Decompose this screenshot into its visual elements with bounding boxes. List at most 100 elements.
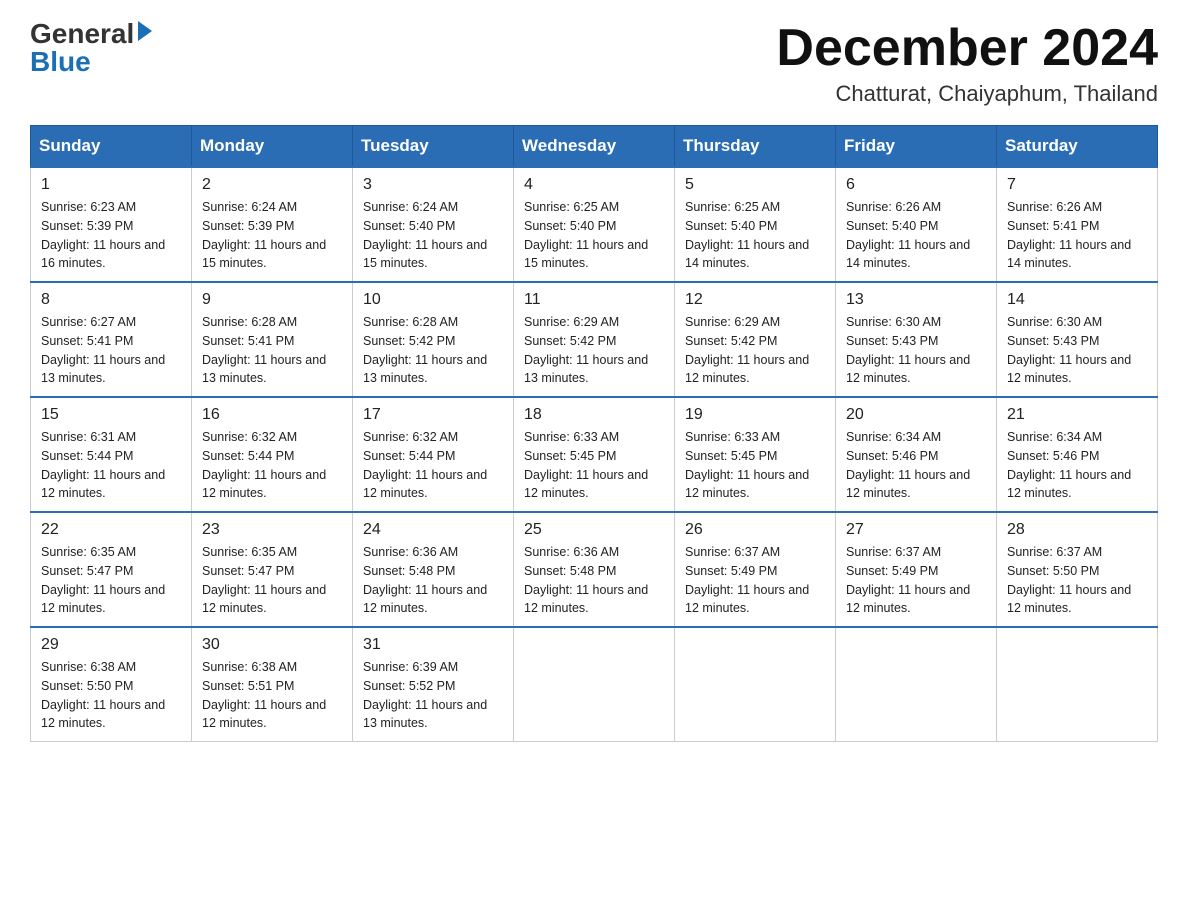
day-info: Sunrise: 6:28 AMSunset: 5:42 PMDaylight:… xyxy=(363,313,503,388)
calendar-cell xyxy=(675,627,836,742)
calendar-cell: 13 Sunrise: 6:30 AMSunset: 5:43 PMDayligh… xyxy=(836,282,997,397)
day-info: Sunrise: 6:23 AMSunset: 5:39 PMDaylight:… xyxy=(41,198,181,273)
calendar-cell: 27 Sunrise: 6:37 AMSunset: 5:49 PMDayligh… xyxy=(836,512,997,627)
day-number: 21 xyxy=(1007,406,1147,424)
day-number: 22 xyxy=(41,521,181,539)
day-number: 2 xyxy=(202,176,342,194)
day-info: Sunrise: 6:29 AMSunset: 5:42 PMDaylight:… xyxy=(524,313,664,388)
calendar-header-friday: Friday xyxy=(836,126,997,168)
day-info: Sunrise: 6:27 AMSunset: 5:41 PMDaylight:… xyxy=(41,313,181,388)
day-number: 19 xyxy=(685,406,825,424)
calendar-header-row: SundayMondayTuesdayWednesdayThursdayFrid… xyxy=(31,126,1158,168)
calendar-cell: 18 Sunrise: 6:33 AMSunset: 5:45 PMDayligh… xyxy=(514,397,675,512)
calendar-header-tuesday: Tuesday xyxy=(353,126,514,168)
calendar-week-2: 8Sunrise: 6:27 AMSunset: 5:41 PMDaylight… xyxy=(31,282,1158,397)
day-info: Sunrise: 6:30 AMSunset: 5:43 PMDaylight:… xyxy=(1007,313,1147,388)
day-info: Sunrise: 6:33 AMSunset: 5:45 PMDaylight:… xyxy=(524,428,664,503)
calendar-week-3: 15 Sunrise: 6:31 AMSunset: 5:44 PMDayligh… xyxy=(31,397,1158,512)
day-number: 18 xyxy=(524,406,664,424)
day-info: Sunrise: 6:30 AMSunset: 5:43 PMDaylight:… xyxy=(846,313,986,388)
day-number: 30 xyxy=(202,636,342,654)
calendar-cell: 24 Sunrise: 6:36 AMSunset: 5:48 PMDayligh… xyxy=(353,512,514,627)
logo: General Blue xyxy=(30,20,152,76)
day-number: 26 xyxy=(685,521,825,539)
calendar-cell: 7 Sunrise: 6:26 AMSunset: 5:41 PMDaylight… xyxy=(997,167,1158,282)
calendar-cell xyxy=(836,627,997,742)
day-number: 14 xyxy=(1007,291,1147,309)
calendar-cell: 2 Sunrise: 6:24 AMSunset: 5:39 PMDaylight… xyxy=(192,167,353,282)
day-number: 13 xyxy=(846,291,986,309)
day-info: Sunrise: 6:26 AMSunset: 5:41 PMDaylight:… xyxy=(1007,198,1147,273)
month-title: December 2024 xyxy=(776,20,1158,77)
calendar-cell: 21 Sunrise: 6:34 AMSunset: 5:46 PMDayligh… xyxy=(997,397,1158,512)
calendar-cell: 8Sunrise: 6:27 AMSunset: 5:41 PMDaylight… xyxy=(31,282,192,397)
day-number: 28 xyxy=(1007,521,1147,539)
day-number: 20 xyxy=(846,406,986,424)
logo-blue: Blue xyxy=(30,46,91,77)
day-number: 7 xyxy=(1007,176,1147,194)
calendar-cell: 17 Sunrise: 6:32 AMSunset: 5:44 PMDayligh… xyxy=(353,397,514,512)
calendar-cell: 12Sunrise: 6:29 AMSunset: 5:42 PMDayligh… xyxy=(675,282,836,397)
day-info: Sunrise: 6:24 AMSunset: 5:39 PMDaylight:… xyxy=(202,198,342,273)
calendar-cell: 25Sunrise: 6:36 AMSunset: 5:48 PMDayligh… xyxy=(514,512,675,627)
calendar-cell: 22Sunrise: 6:35 AMSunset: 5:47 PMDayligh… xyxy=(31,512,192,627)
day-info: Sunrise: 6:25 AMSunset: 5:40 PMDaylight:… xyxy=(524,198,664,273)
logo-arrow-icon xyxy=(138,21,152,41)
calendar-cell: 3Sunrise: 6:24 AMSunset: 5:40 PMDaylight… xyxy=(353,167,514,282)
calendar-cell: 23 Sunrise: 6:35 AMSunset: 5:47 PMDayligh… xyxy=(192,512,353,627)
title-block: December 2024 Chatturat, Chaiyaphum, Tha… xyxy=(776,20,1158,107)
day-number: 5 xyxy=(685,176,825,194)
calendar-header-sunday: Sunday xyxy=(31,126,192,168)
location-title: Chatturat, Chaiyaphum, Thailand xyxy=(776,81,1158,107)
day-info: Sunrise: 6:35 AMSunset: 5:47 PMDaylight:… xyxy=(202,543,342,618)
day-number: 11 xyxy=(524,291,664,309)
calendar-cell: 29 Sunrise: 6:38 AMSunset: 5:50 PMDayligh… xyxy=(31,627,192,742)
calendar-week-1: 1 Sunrise: 6:23 AMSunset: 5:39 PMDaylight… xyxy=(31,167,1158,282)
day-info: Sunrise: 6:34 AMSunset: 5:46 PMDaylight:… xyxy=(846,428,986,503)
day-info: Sunrise: 6:33 AMSunset: 5:45 PMDaylight:… xyxy=(685,428,825,503)
logo-general: General xyxy=(30,20,134,48)
calendar-header-monday: Monday xyxy=(192,126,353,168)
day-number: 29 xyxy=(41,636,181,654)
calendar-cell: 28Sunrise: 6:37 AMSunset: 5:50 PMDayligh… xyxy=(997,512,1158,627)
day-info: Sunrise: 6:38 AMSunset: 5:50 PMDaylight:… xyxy=(41,658,181,733)
day-info: Sunrise: 6:28 AMSunset: 5:41 PMDaylight:… xyxy=(202,313,342,388)
calendar-cell: 9 Sunrise: 6:28 AMSunset: 5:41 PMDaylight… xyxy=(192,282,353,397)
day-number: 23 xyxy=(202,521,342,539)
calendar-cell: 20 Sunrise: 6:34 AMSunset: 5:46 PMDayligh… xyxy=(836,397,997,512)
calendar-week-5: 29 Sunrise: 6:38 AMSunset: 5:50 PMDayligh… xyxy=(31,627,1158,742)
day-info: Sunrise: 6:37 AMSunset: 5:49 PMDaylight:… xyxy=(685,543,825,618)
day-number: 10 xyxy=(363,291,503,309)
calendar-cell: 5 Sunrise: 6:25 AMSunset: 5:40 PMDaylight… xyxy=(675,167,836,282)
day-number: 31 xyxy=(363,636,503,654)
day-info: Sunrise: 6:25 AMSunset: 5:40 PMDaylight:… xyxy=(685,198,825,273)
day-number: 17 xyxy=(363,406,503,424)
calendar-header-saturday: Saturday xyxy=(997,126,1158,168)
day-info: Sunrise: 6:26 AMSunset: 5:40 PMDaylight:… xyxy=(846,198,986,273)
day-info: Sunrise: 6:36 AMSunset: 5:48 PMDaylight:… xyxy=(363,543,503,618)
day-info: Sunrise: 6:31 AMSunset: 5:44 PMDaylight:… xyxy=(41,428,181,503)
calendar-cell: 6 Sunrise: 6:26 AMSunset: 5:40 PMDaylight… xyxy=(836,167,997,282)
calendar-cell: 26 Sunrise: 6:37 AMSunset: 5:49 PMDayligh… xyxy=(675,512,836,627)
day-number: 24 xyxy=(363,521,503,539)
day-number: 9 xyxy=(202,291,342,309)
calendar-cell: 16Sunrise: 6:32 AMSunset: 5:44 PMDayligh… xyxy=(192,397,353,512)
calendar-cell: 10 Sunrise: 6:28 AMSunset: 5:42 PMDayligh… xyxy=(353,282,514,397)
day-info: Sunrise: 6:24 AMSunset: 5:40 PMDaylight:… xyxy=(363,198,503,273)
calendar-cell: 30Sunrise: 6:38 AMSunset: 5:51 PMDayligh… xyxy=(192,627,353,742)
calendar-cell: 11 Sunrise: 6:29 AMSunset: 5:42 PMDayligh… xyxy=(514,282,675,397)
day-info: Sunrise: 6:37 AMSunset: 5:49 PMDaylight:… xyxy=(846,543,986,618)
calendar-cell: 4Sunrise: 6:25 AMSunset: 5:40 PMDaylight… xyxy=(514,167,675,282)
day-number: 27 xyxy=(846,521,986,539)
calendar-cell: 1 Sunrise: 6:23 AMSunset: 5:39 PMDaylight… xyxy=(31,167,192,282)
day-number: 6 xyxy=(846,176,986,194)
day-info: Sunrise: 6:34 AMSunset: 5:46 PMDaylight:… xyxy=(1007,428,1147,503)
calendar-table: SundayMondayTuesdayWednesdayThursdayFrid… xyxy=(30,125,1158,742)
day-info: Sunrise: 6:32 AMSunset: 5:44 PMDaylight:… xyxy=(363,428,503,503)
calendar-cell: 14 Sunrise: 6:30 AMSunset: 5:43 PMDayligh… xyxy=(997,282,1158,397)
day-number: 25 xyxy=(524,521,664,539)
day-info: Sunrise: 6:32 AMSunset: 5:44 PMDaylight:… xyxy=(202,428,342,503)
calendar-week-4: 22 Sunrise: 6:35 AMSunset: 5:47 PMDayligh… xyxy=(31,512,1158,627)
day-number: 1 xyxy=(41,176,181,194)
day-number: 15 xyxy=(41,406,181,424)
